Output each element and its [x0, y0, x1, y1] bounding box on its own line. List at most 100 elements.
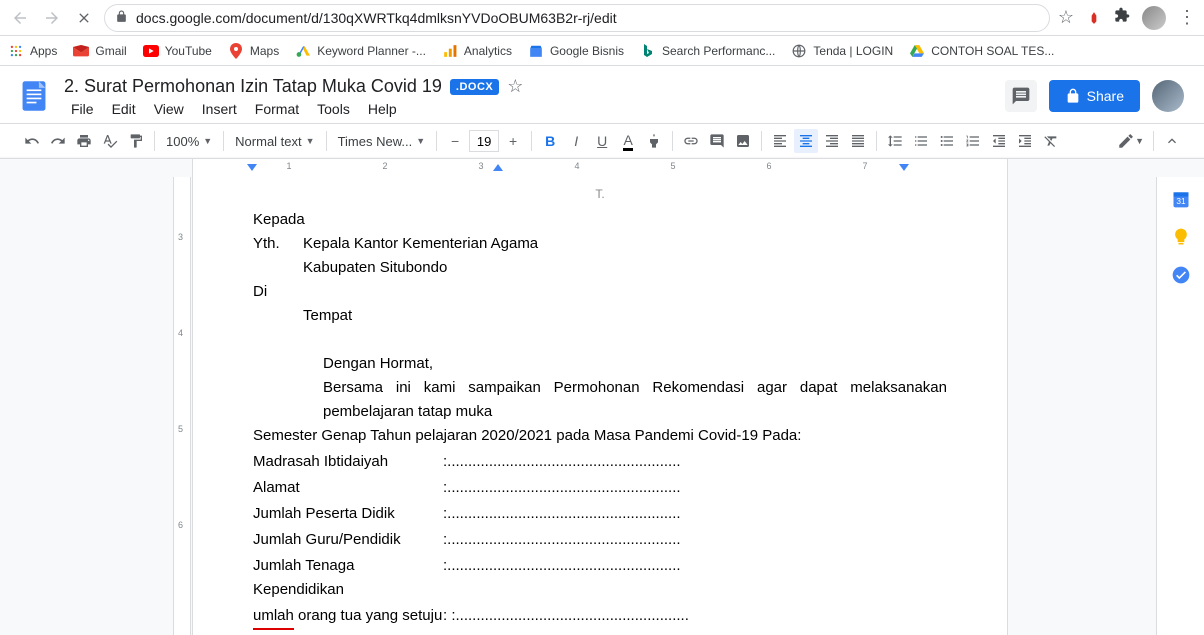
menu-view[interactable]: View [147, 99, 191, 119]
clear-formatting-button[interactable] [1039, 129, 1063, 153]
text-color-button[interactable]: A [616, 129, 640, 153]
line-spacing-button[interactable] [883, 129, 907, 153]
bookmark-label: Tenda | LOGIN [813, 44, 893, 58]
bookmark-label: Keyword Planner -... [317, 44, 426, 58]
horizontal-ruler[interactable]: 1 2 3 4 5 6 7 [192, 159, 1008, 177]
bookmark-apps[interactable]: Apps [8, 43, 57, 59]
paint-format-button[interactable] [124, 129, 148, 153]
text-para1: Bersama ini kami sampaikan Permohonan Re… [253, 376, 947, 424]
print-button[interactable] [72, 129, 96, 153]
bookmark-label: CONTOH SOAL TES... [931, 44, 1054, 58]
star-button[interactable]: ☆ [507, 76, 523, 97]
share-button[interactable]: Share [1049, 80, 1140, 112]
profile-avatar[interactable] [1142, 6, 1166, 30]
bold-button[interactable]: B [538, 129, 562, 153]
lock-icon [115, 10, 128, 26]
zoom-select[interactable]: 100% ▼ [161, 129, 217, 153]
address-bar[interactable]: docs.google.com/document/d/130qXWRTkq4dm… [104, 4, 1050, 32]
redo-button[interactable] [46, 129, 70, 153]
page-top-marker: T. [253, 185, 947, 204]
bookmark-label: Search Performanc... [662, 44, 775, 58]
bookmark-label: Apps [30, 44, 57, 58]
label-tenaga: Jumlah Tenaga Kependidikan [253, 554, 443, 602]
align-justify-button[interactable] [846, 129, 870, 153]
comments-button[interactable] [1005, 80, 1037, 112]
bookmark-gmail[interactable]: Gmail [73, 43, 126, 59]
indent-increase-button[interactable] [1013, 129, 1037, 153]
indent-marker-right[interactable] [899, 164, 909, 171]
share-label: Share [1087, 88, 1124, 104]
menu-insert[interactable]: Insert [195, 99, 244, 119]
url-text: docs.google.com/document/d/130qXWRTkq4dm… [136, 10, 617, 26]
maps-icon [228, 43, 244, 59]
extension-icon-1[interactable] [1086, 10, 1102, 26]
expand-toolbar-button[interactable] [1160, 129, 1184, 153]
label-umlah: umlah orang tua yang setuju [253, 604, 443, 630]
font-size-decrease[interactable]: − [443, 129, 467, 153]
back-button[interactable] [8, 6, 32, 30]
label-guru: Jumlah Guru/Pendidik [253, 528, 443, 552]
forward-button[interactable] [40, 6, 64, 30]
font-size-increase[interactable]: + [501, 129, 525, 153]
bookmark-search[interactable]: Search Performanc... [640, 43, 775, 59]
underline-button[interactable]: U [590, 129, 614, 153]
document-page[interactable]: T. Kepada Yth. Kepala Kantor Kementerian… [192, 177, 1008, 635]
docs-header: 2. Surat Permohonan Izin Tatap Muka Covi… [0, 66, 1204, 119]
menu-tools[interactable]: Tools [310, 99, 357, 119]
comment-button[interactable] [705, 129, 729, 153]
image-button[interactable] [731, 129, 755, 153]
extensions-icon[interactable] [1114, 7, 1130, 28]
label-peserta: Jumlah Peserta Didik [253, 502, 443, 526]
browser-actions: ☆ ⋮ [1058, 6, 1196, 30]
bookmark-youtube[interactable]: YouTube [143, 43, 212, 59]
vertical-ruler[interactable]: 3 4 5 6 [173, 177, 191, 635]
docx-badge: .DOCX [450, 79, 499, 95]
menu-file[interactable]: File [64, 99, 101, 119]
spellcheck-button[interactable] [98, 129, 122, 153]
chrome-menu-icon[interactable]: ⋮ [1178, 7, 1196, 28]
italic-button[interactable]: I [564, 129, 588, 153]
menu-edit[interactable]: Edit [105, 99, 143, 119]
indent-marker-first[interactable] [493, 164, 503, 171]
docs-logo[interactable] [16, 78, 52, 114]
tasks-icon[interactable] [1171, 265, 1191, 285]
docs-actions: Share [1005, 74, 1192, 112]
bookmark-analytics[interactable]: Analytics [442, 43, 512, 59]
document-area: 3 4 5 6 T. Kepada Yth. Kepala Kantor Kem… [0, 177, 1204, 635]
account-avatar[interactable] [1152, 80, 1184, 112]
font-size-input[interactable] [469, 130, 499, 152]
indent-decrease-button[interactable] [987, 129, 1011, 153]
bookmark-label: Google Bisnis [550, 44, 624, 58]
link-button[interactable] [679, 129, 703, 153]
align-left-button[interactable] [768, 129, 792, 153]
bookmark-bisnis[interactable]: Google Bisnis [528, 43, 624, 59]
youtube-icon [143, 43, 159, 59]
undo-button[interactable] [20, 129, 44, 153]
editing-mode-button[interactable]: ▼ [1114, 129, 1147, 153]
text-tempat: Tempat [253, 304, 947, 328]
align-right-button[interactable] [820, 129, 844, 153]
bookmark-maps[interactable]: Maps [228, 43, 279, 59]
font-select[interactable]: Times New... ▼ [333, 129, 431, 153]
numbered-list-button[interactable] [961, 129, 985, 153]
globe-icon [791, 43, 807, 59]
keep-icon[interactable] [1171, 227, 1191, 247]
stop-button[interactable] [72, 6, 96, 30]
bookmark-keyword[interactable]: Keyword Planner -... [295, 43, 426, 59]
indent-marker-left[interactable] [247, 164, 257, 171]
document-title[interactable]: 2. Surat Permohonan Izin Tatap Muka Covi… [64, 76, 442, 97]
bookmark-star-icon[interactable]: ☆ [1058, 7, 1074, 28]
highlight-button[interactable] [642, 129, 666, 153]
align-center-button[interactable] [794, 129, 818, 153]
bookmark-contoh[interactable]: CONTOH SOAL TES... [909, 43, 1054, 59]
bookmarks-bar: Apps Gmail YouTube Maps Keyword Planner … [0, 36, 1204, 66]
style-select[interactable]: Normal text ▼ [230, 129, 319, 153]
bullet-list-button[interactable] [935, 129, 959, 153]
menu-format[interactable]: Format [248, 99, 306, 119]
bing-icon [640, 43, 656, 59]
calendar-icon[interactable]: 31 [1171, 189, 1191, 209]
bookmark-tenda[interactable]: Tenda | LOGIN [791, 43, 893, 59]
label-alamat: Alamat [253, 476, 443, 500]
menu-help[interactable]: Help [361, 99, 404, 119]
checklist-button[interactable] [909, 129, 933, 153]
